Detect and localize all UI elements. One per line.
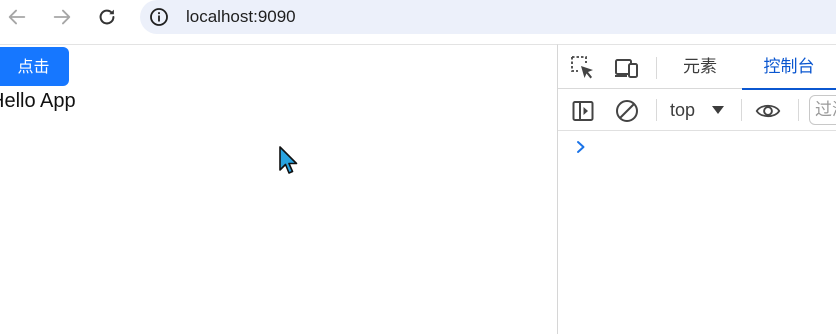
chevron-down-icon[interactable] bbox=[712, 106, 724, 114]
chevron-right-icon bbox=[577, 141, 585, 153]
url-text: localhost:9090 bbox=[186, 7, 296, 26]
clear-console-icon[interactable] bbox=[614, 98, 640, 124]
console-output[interactable] bbox=[558, 131, 836, 334]
browser-window: localhost:9090 点击 Hello App bbox=[0, 0, 836, 334]
toolbar-separator bbox=[656, 57, 657, 79]
devtools-tabbar: 元素 控制台 bbox=[558, 45, 836, 90]
browser-toolbar: localhost:9090 bbox=[0, 0, 836, 34]
filter-input[interactable]: 过滤 bbox=[809, 95, 836, 125]
tab-elements[interactable]: 元素 bbox=[683, 45, 717, 89]
device-toggle-icon[interactable] bbox=[613, 55, 639, 81]
page-viewport: 点击 Hello App bbox=[0, 44, 557, 334]
hello-text: Hello App bbox=[0, 90, 76, 112]
arrow-left-icon[interactable] bbox=[4, 4, 30, 30]
toolbar-separator bbox=[798, 99, 799, 121]
address-bar[interactable]: localhost:9090 bbox=[140, 0, 836, 34]
arrow-right-icon[interactable] bbox=[49, 4, 75, 30]
context-selector[interactable]: top bbox=[670, 97, 695, 123]
info-icon[interactable] bbox=[149, 7, 169, 27]
devtools-panel: 元素 控制台 top 过 bbox=[557, 44, 836, 334]
click-button[interactable]: 点击 bbox=[0, 47, 69, 86]
tab-console[interactable]: 控制台 bbox=[742, 45, 836, 90]
reload-icon[interactable] bbox=[94, 4, 120, 30]
inspect-element-icon[interactable] bbox=[570, 55, 596, 81]
toolbar-separator bbox=[741, 99, 742, 121]
mouse-pointer-icon bbox=[279, 146, 298, 174]
toolbar-separator bbox=[656, 99, 657, 121]
sidebar-toggle-icon[interactable] bbox=[570, 98, 596, 124]
eye-icon[interactable] bbox=[755, 98, 781, 124]
console-toolbar: top 过滤 bbox=[558, 89, 836, 131]
